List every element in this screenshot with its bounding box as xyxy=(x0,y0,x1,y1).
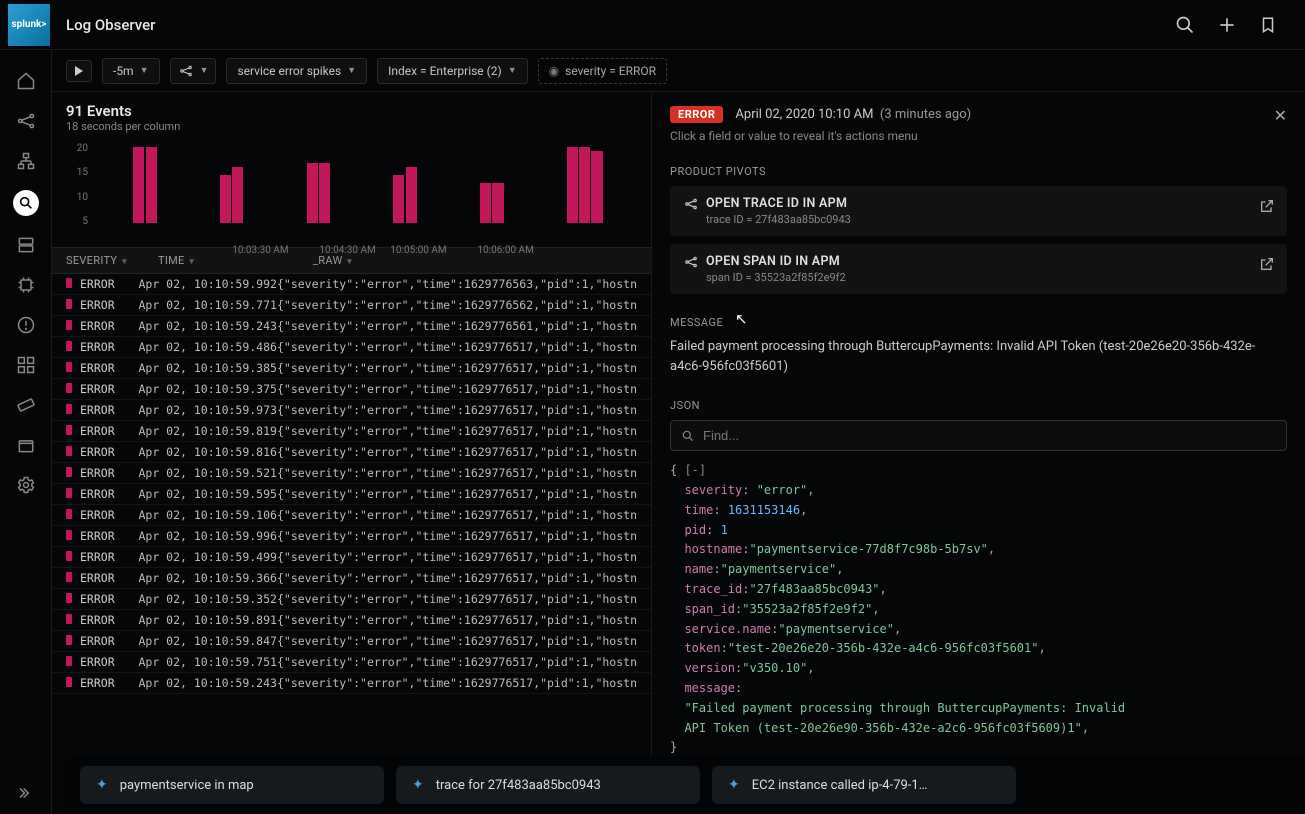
app-header: splunk> Log Observer xyxy=(0,0,1305,50)
pivot-subtitle: span ID = 35523a2f85f2e9f2 xyxy=(706,271,1273,284)
detail-hint: Click a field or value to reveal it's ac… xyxy=(670,129,1287,143)
suggestion-bar: ✦ paymentservice in map ✦ trace for 27f483… xyxy=(66,756,1305,814)
suggestion-text: EC2 instance called ip-4-79-1… xyxy=(752,778,928,793)
events-pane: 91 Events 18 seconds per column 2015105 … xyxy=(52,92,652,814)
table-row[interactable]: ERRORApr 02, 10:10:59.992{"severity":"er… xyxy=(52,274,651,295)
table-row[interactable]: ERRORApr 02, 10:10:59.243{"severity":"er… xyxy=(52,673,651,694)
alert-icon[interactable] xyxy=(15,314,37,336)
side-nav xyxy=(0,50,52,814)
page-title: Log Observer xyxy=(66,16,155,34)
graph-icon: ✦ xyxy=(96,777,108,793)
severity-badge: ERROR xyxy=(670,106,723,123)
detail-timestamp: April 02, 2020 10:10 AM (3 minutes ago) xyxy=(735,107,971,122)
filter-index[interactable]: Index = Enterprise (2)▼ xyxy=(377,58,528,84)
add-icon[interactable] xyxy=(1217,15,1237,35)
ruler-icon[interactable] xyxy=(15,394,37,416)
external-link-icon[interactable] xyxy=(1259,198,1275,214)
find-field[interactable] xyxy=(703,428,1276,443)
eye-icon: ◉ xyxy=(549,64,559,78)
query-toolbar: -5m▼ ▼ service error spikes▼ Index = Ent… xyxy=(52,50,1305,92)
search-icon[interactable] xyxy=(1175,15,1195,35)
server-icon[interactable] xyxy=(15,234,37,256)
pivots-section-title: PRODUCT PIVOTS xyxy=(670,165,1287,178)
table-row[interactable]: ERRORApr 02, 10:10:59.595{"severity":"er… xyxy=(52,484,651,505)
settings-icon[interactable] xyxy=(15,474,37,496)
table-row[interactable]: ERRORApr 02, 10:10:59.385{"severity":"er… xyxy=(52,358,651,379)
expand-sidebar-icon[interactable] xyxy=(15,782,37,804)
table-row[interactable]: ERRORApr 02, 10:10:59.891{"severity":"er… xyxy=(52,610,651,631)
table-row[interactable]: ERRORApr 02, 10:10:59.352{"severity":"er… xyxy=(52,589,651,610)
events-table-body: ERRORApr 02, 10:10:59.992{"severity":"er… xyxy=(52,274,651,814)
bookmark-icon[interactable] xyxy=(1259,15,1279,35)
severity-chip[interactable]: ◉ severity = ERROR xyxy=(538,58,667,84)
table-row[interactable]: ERRORApr 02, 10:10:59.486{"severity":"er… xyxy=(52,337,651,358)
close-icon[interactable]: ✕ xyxy=(1274,106,1287,125)
table-row[interactable]: ERRORApr 02, 10:10:59.375{"severity":"er… xyxy=(52,379,651,400)
suggestion-text: trace for 27f483aa85bc0943 xyxy=(436,778,601,793)
table-row[interactable]: ERRORApr 02, 10:10:59.499{"severity":"er… xyxy=(52,547,651,568)
suggestion-card[interactable]: ✦ paymentservice in map xyxy=(80,766,384,804)
pivot-title-text: OPEN TRACE ID IN APM xyxy=(706,196,847,211)
time-range-picker[interactable]: -5m▼ xyxy=(102,58,160,84)
filter-label: Index = Enterprise (2) xyxy=(388,64,502,78)
table-row[interactable]: ERRORApr 02, 10:10:59.243{"severity":"er… xyxy=(52,316,651,337)
time-range-label: -5m xyxy=(113,64,134,78)
pivot-title-text: OPEN SPAN ID IN APM xyxy=(706,254,840,269)
table-row[interactable]: ERRORApr 02, 10:10:59.751{"severity":"er… xyxy=(52,652,651,673)
pivot-open-trace[interactable]: OPEN TRACE ID IN APM trace ID = 27f483aa… xyxy=(670,186,1287,236)
home-icon[interactable] xyxy=(15,70,37,92)
graph-icon: ✦ xyxy=(412,777,424,793)
json-find-input[interactable] xyxy=(670,420,1287,451)
table-row[interactable]: ERRORApr 02, 10:10:59.106{"severity":"er… xyxy=(52,505,651,526)
events-histogram[interactable]: 2015105 10:03:30 AM10:04:30 AM10:05:00 A… xyxy=(52,137,651,247)
splunk-logo: splunk> xyxy=(8,4,50,46)
filter-label: service error spikes xyxy=(237,64,341,78)
filter-service-error-spikes[interactable]: service error spikes▼ xyxy=(226,58,367,84)
table-row[interactable]: ERRORApr 02, 10:10:59.771{"severity":"er… xyxy=(52,295,651,316)
search-icon xyxy=(681,429,695,443)
graph-icon[interactable] xyxy=(15,110,37,132)
external-link-icon[interactable] xyxy=(1259,256,1275,272)
cpu-icon[interactable] xyxy=(15,274,37,296)
pivot-open-span[interactable]: OPEN SPAN ID IN APM span ID = 35523a2f85… xyxy=(670,244,1287,294)
json-viewer[interactable]: { [-] severity: "error", time: 163115314… xyxy=(670,461,1287,758)
message-section-title: MESSAGE xyxy=(670,316,1287,329)
chip-label: severity = ERROR xyxy=(565,64,656,78)
events-count: 91 Events xyxy=(66,102,637,120)
table-row[interactable]: ERRORApr 02, 10:10:59.819{"severity":"er… xyxy=(52,421,651,442)
graph-type-picker[interactable]: ▼ xyxy=(170,58,217,84)
table-row[interactable]: ERRORApr 02, 10:10:59.847{"severity":"er… xyxy=(52,631,651,652)
log-observer-icon[interactable] xyxy=(13,190,39,216)
json-section-title: JSON xyxy=(670,399,1287,412)
col-severity[interactable]: SEVERITY▼ xyxy=(66,254,158,267)
table-row[interactable]: ERRORApr 02, 10:10:59.996{"severity":"er… xyxy=(52,526,651,547)
dashboard-icon[interactable] xyxy=(15,354,37,376)
archive-icon[interactable] xyxy=(15,434,37,456)
table-row[interactable]: ERRORApr 02, 10:10:59.366{"severity":"er… xyxy=(52,568,651,589)
table-row[interactable]: ERRORApr 02, 10:10:59.816{"severity":"er… xyxy=(52,442,651,463)
tree-icon[interactable] xyxy=(15,150,37,172)
table-row[interactable]: ERRORApr 02, 10:10:59.973{"severity":"er… xyxy=(52,400,651,421)
event-detail-pane: ✕ ERROR April 02, 2020 10:10 AM (3 minut… xyxy=(652,92,1305,814)
message-text[interactable]: Failed payment processing through Butter… xyxy=(670,337,1287,377)
table-row[interactable]: ERRORApr 02, 10:10:59.521{"severity":"er… xyxy=(52,463,651,484)
play-button[interactable] xyxy=(66,60,92,82)
suggestion-text: paymentservice in map xyxy=(120,778,254,793)
pivot-subtitle: trace ID = 27f483aa85bc0943 xyxy=(706,213,1273,226)
graph-icon: ✦ xyxy=(728,777,740,793)
suggestion-card[interactable]: ✦ EC2 instance called ip-4-79-1… xyxy=(712,766,1016,804)
events-subtitle: 18 seconds per column xyxy=(66,120,637,133)
suggestion-card[interactable]: ✦ trace for 27f483aa85bc0943 xyxy=(396,766,700,804)
